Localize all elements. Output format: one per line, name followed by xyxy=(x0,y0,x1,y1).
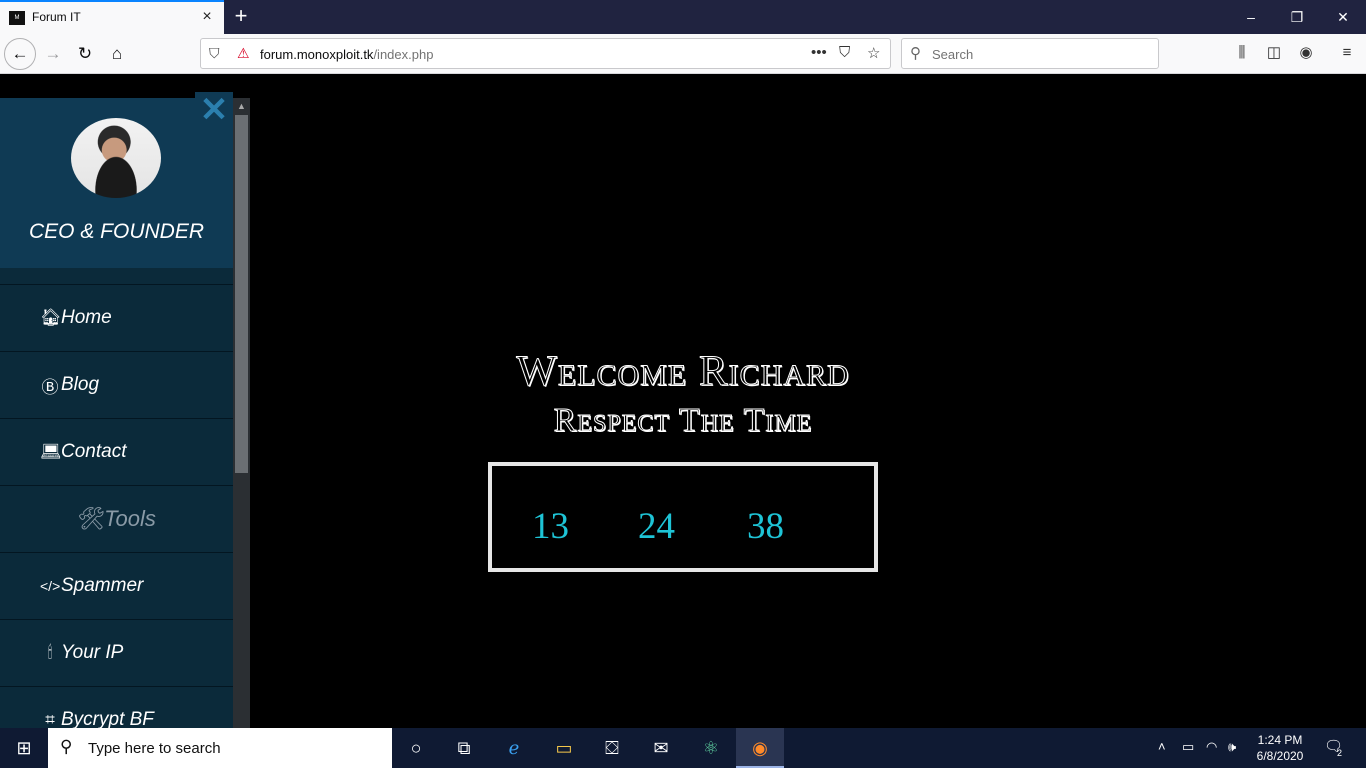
forward-button[interactable]: → xyxy=(37,38,69,70)
new-tab-button[interactable]: + xyxy=(229,4,253,28)
restore-button[interactable]: ❐ xyxy=(1274,4,1320,30)
library-icon[interactable]: ⫼ xyxy=(1230,41,1254,65)
insecure-lock-icon[interactable]: ⚠ xyxy=(237,45,250,62)
url-text[interactable]: forum.monoxploit.tk/index.php xyxy=(260,47,433,62)
sidebar: CEO & FOUNDER 🏠︎ Home Ⓑ Blog 💻︎ Contact … xyxy=(0,98,233,728)
sidebar-scrollbar[interactable]: ▲ xyxy=(233,98,250,728)
sidebar-section-label: Tools xyxy=(104,506,156,531)
firefox-icon[interactable]: ◉ xyxy=(736,728,784,768)
tools-icon: 🛠︎ xyxy=(77,506,106,531)
system-clock[interactable]: 1:24 PM 6/8/2020 xyxy=(1240,732,1320,764)
browser-tab-bar: M Forum IT × + – ❐ ✕ xyxy=(0,0,1366,34)
volume-icon[interactable]: 🕪︎ xyxy=(1228,739,1236,755)
scroll-up-arrow-icon[interactable]: ▲ xyxy=(233,98,250,115)
close-window-button[interactable]: ✕ xyxy=(1320,4,1366,30)
close-tab-icon[interactable]: × xyxy=(199,8,215,26)
sidebar-item-your-ip[interactable]: 🕯︎ Your IP xyxy=(0,619,233,686)
home-icon: 🏠︎ xyxy=(40,308,62,327)
clock-minutes: 24 xyxy=(638,506,675,547)
sidebar-item-label: Spammer xyxy=(61,575,144,596)
role-title: CEO & FOUNDER xyxy=(28,220,204,243)
blog-icon: Ⓑ xyxy=(41,377,59,397)
minimize-button[interactable]: – xyxy=(1228,4,1274,30)
tab-title: Forum IT xyxy=(32,10,81,24)
sidebar-item-spammer[interactable]: </> Spammer xyxy=(0,552,233,619)
task-view-icon[interactable]: ⧉ xyxy=(440,728,488,768)
sidebar-section-tools: 🛠︎ Tools xyxy=(0,485,233,552)
edge-icon[interactable]: ℯ xyxy=(490,728,538,768)
search-icon: ⚲ xyxy=(60,737,73,756)
back-button[interactable]: ← xyxy=(4,38,36,70)
bookmark-star-icon[interactable]: ☆ xyxy=(867,44,880,62)
clock-hours: 13 xyxy=(532,506,569,547)
sidebar-item-label: Your IP xyxy=(61,642,124,663)
laptop-icon: 💻︎ xyxy=(40,442,62,461)
sidebar-item-blog[interactable]: Ⓑ Blog xyxy=(0,351,233,418)
browser-nav-bar: ← → ↻ ⌂ ⛉ ⚠ forum.monoxploit.tk/index.ph… xyxy=(0,34,1366,74)
sidebar-item-label: Blog xyxy=(61,374,100,395)
code-icon: </> xyxy=(40,578,61,594)
shield-icon[interactable]: ⛉ xyxy=(209,45,220,62)
file-explorer-icon[interactable]: ▭ xyxy=(540,728,588,768)
marker-icon: 🕯︎ xyxy=(47,643,53,662)
windows-start-icon[interactable]: ⊞ xyxy=(0,728,48,768)
cortana-icon[interactable]: ○ xyxy=(392,728,440,768)
search-icon: ⚲ xyxy=(910,45,921,62)
mail-icon[interactable]: ✉ xyxy=(637,728,685,768)
url-path: /index.php xyxy=(373,47,434,62)
pocket-icon[interactable]: ⛉ xyxy=(839,44,850,61)
system-time: 1:24 PM xyxy=(1257,733,1303,747)
search-bar[interactable]: ⚲ xyxy=(901,38,1159,69)
system-date: 6/8/2020 xyxy=(1256,749,1304,763)
sidebar-item-label: Home xyxy=(61,307,112,328)
sidebar-item-bycrypt-bf[interactable]: ⌗ Bycrypt BF xyxy=(0,686,233,728)
tray-expand-icon[interactable]: ˄ xyxy=(1158,739,1166,754)
close-sidebar-button[interactable]: ✕ xyxy=(195,92,233,128)
sidebar-item-contact[interactable]: 💻︎ Contact xyxy=(0,418,233,485)
favicon-icon: M xyxy=(9,11,25,25)
sidebar-item-label: Bycrypt BF xyxy=(61,709,154,728)
page-content: CEO & FOUNDER 🏠︎ Home Ⓑ Blog 💻︎ Contact … xyxy=(0,75,1366,728)
avatar xyxy=(71,118,161,198)
vector-icon: ⌗ xyxy=(45,710,55,728)
sidebar-item-home[interactable]: 🏠︎ Home xyxy=(0,284,233,351)
taskbar: ⊞ ⚲ Type here to search ○ ⧉ ℯ ▭ ⛋ ✉ ⚛ ◉ … xyxy=(0,728,1366,768)
clock-seconds: 38 xyxy=(747,506,784,547)
sidebar-menu: 🏠︎ Home Ⓑ Blog 💻︎ Contact 🛠︎ Tools </> S… xyxy=(0,284,233,728)
home-button[interactable]: ⌂ xyxy=(101,38,133,70)
scroll-thumb[interactable] xyxy=(235,115,248,473)
sidebar-item-label: Contact xyxy=(61,441,127,462)
wifi-icon[interactable]: ◠ xyxy=(1206,739,1217,755)
taskbar-search-placeholder: Type here to search xyxy=(88,740,221,757)
subtitle-heading: Respect The Time xyxy=(553,402,813,440)
store-icon[interactable]: ⛋ xyxy=(588,728,636,768)
url-bar[interactable]: ⛉ ⚠ forum.monoxploit.tk/index.php ••• ⛉ … xyxy=(200,38,891,69)
taskbar-search[interactable]: ⚲ Type here to search xyxy=(48,728,392,768)
url-domain: forum.monoxploit.tk xyxy=(260,47,374,62)
battery-icon[interactable]: ▭ xyxy=(1182,739,1194,755)
search-input[interactable] xyxy=(932,44,1152,64)
atom-icon[interactable]: ⚛ xyxy=(687,728,735,768)
welcome-heading: Welcome Richard xyxy=(516,348,850,396)
browser-tab[interactable]: M Forum IT × xyxy=(0,0,224,34)
page-actions-icon[interactable]: ••• xyxy=(811,44,827,61)
sidebar-toggle-icon[interactable]: ◫ xyxy=(1262,41,1286,65)
reload-button[interactable]: ↻ xyxy=(69,38,101,70)
account-icon[interactable]: ◉ xyxy=(1294,41,1318,65)
notification-count: 2 xyxy=(1337,748,1343,758)
hamburger-menu-icon[interactable]: ≡ xyxy=(1335,41,1359,65)
clock-box: 13 24 38 xyxy=(488,462,878,572)
